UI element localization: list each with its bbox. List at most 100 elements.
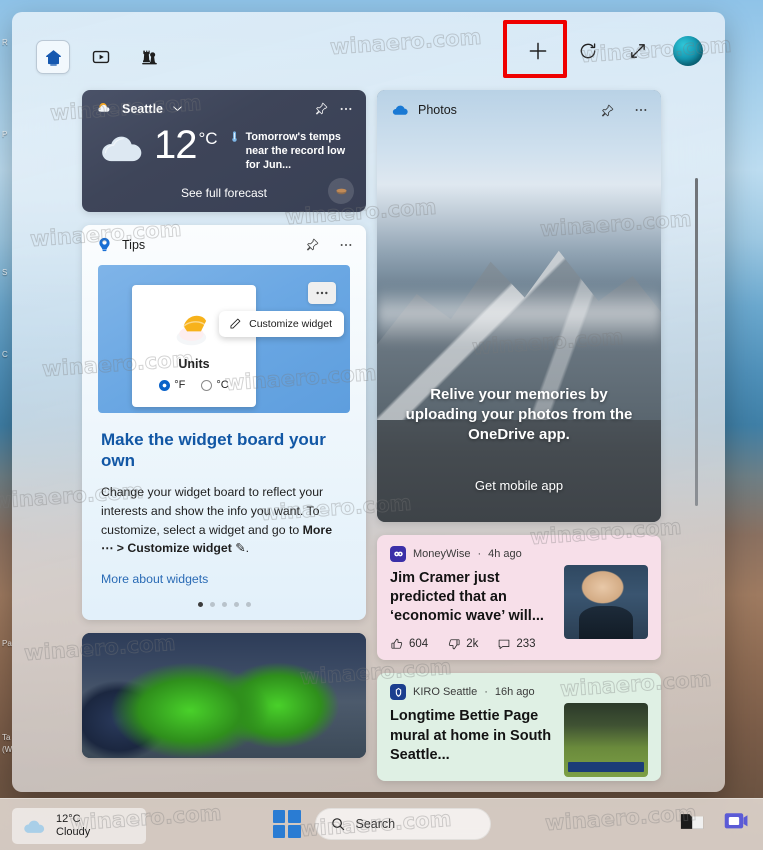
tips-body: Change your widget board to reflect your… — [101, 483, 347, 558]
customize-widget-tooltip-label: Customize widget — [249, 318, 332, 330]
news-card[interactable]: MoneyWise · 4h ago Jim Cramer just predi… — [377, 535, 661, 661]
news-headline: Jim Cramer just predicted that an ‘econo… — [390, 570, 544, 625]
pager-dot[interactable] — [197, 601, 203, 607]
widgets-board: Seattle 12 °C Tomorrow's temps near the … — [12, 12, 725, 792]
moneywise-logo-icon — [390, 546, 406, 562]
tips-units-label: Units — [178, 357, 210, 371]
start-pane — [272, 825, 286, 838]
pager-dot[interactable] — [233, 601, 239, 607]
tips-pagination[interactable] — [82, 586, 366, 620]
tips-widget[interactable]: Tips Units °F °C Customize widget Make t… — [82, 225, 366, 620]
nav-home-button[interactable] — [36, 40, 70, 74]
desktop-label: C — [2, 350, 8, 359]
sports-photo — [82, 632, 366, 758]
photos-widget-title: Photos — [418, 103, 457, 117]
unit-option-label: °F — [174, 379, 186, 391]
more-options-icon[interactable] — [338, 101, 354, 117]
news-time: 16h ago — [494, 686, 535, 699]
unit-option-fahrenheit[interactable]: °F — [159, 379, 185, 391]
board-scrollbar[interactable] — [695, 178, 698, 506]
play-icon — [91, 47, 111, 67]
chess-icon — [139, 47, 160, 68]
news-thumbnail — [564, 703, 648, 778]
like-stat[interactable]: 604 — [390, 637, 428, 651]
expand-button[interactable] — [623, 36, 653, 66]
search-input[interactable]: Search — [314, 808, 491, 840]
weather-alert-text: Tomorrow's temps near the record low for… — [245, 131, 346, 171]
tips-body-bold-more: More — [302, 522, 333, 537]
sports-image-card[interactable] — [82, 632, 366, 758]
chevron-down-icon[interactable] — [170, 101, 185, 116]
tips-text-block: Make the widget board your own Change yo… — [82, 413, 366, 586]
weather-alert[interactable]: Tomorrow's temps near the record low for… — [228, 129, 366, 172]
desktop-label: Ta — [2, 733, 11, 742]
news-source: MoneyWise · 4h ago — [390, 546, 648, 562]
photos-widget[interactable]: Photos Relive your memories by uploading… — [377, 90, 661, 522]
news-separator: · — [484, 686, 488, 699]
dislike-stat[interactable]: 2k — [447, 637, 478, 651]
tips-body-bold-customize: Customize widget — [127, 541, 232, 556]
pager-dot[interactable] — [221, 601, 227, 607]
tips-sample-widget: Units °F °C — [132, 285, 256, 407]
tips-illustration: Units °F °C Customize widget — [98, 265, 350, 413]
thumbs-down-icon — [447, 637, 461, 651]
more-about-widgets-link[interactable]: More about widgets — [101, 572, 347, 586]
news-card[interactable]: KIRO Seattle · 16h ago Longtime Bettie P… — [377, 673, 661, 782]
tips-widget-title: Tips — [122, 237, 146, 252]
file-explorer-icon[interactable] — [679, 809, 705, 835]
weather-location: Seattle — [122, 101, 163, 116]
cloud-icon — [98, 129, 148, 165]
news-source-name: MoneyWise — [413, 548, 471, 560]
news-source-name: KIRO Seattle — [413, 686, 478, 699]
tips-lightbulb-icon — [96, 236, 113, 253]
onedrive-cloud-icon — [391, 101, 409, 119]
taskbar-weather-widget[interactable]: 12°C Cloudy — [12, 808, 146, 844]
taskbar-center-group: Search — [272, 808, 491, 840]
pager-dot[interactable] — [245, 601, 251, 607]
tips-body-separator: ⋯ > — [101, 541, 128, 556]
refresh-button[interactable] — [573, 36, 603, 66]
pager-dot[interactable] — [209, 601, 215, 607]
desktop-label: R — [2, 38, 8, 47]
get-mobile-app-button[interactable]: Get mobile app — [377, 478, 661, 493]
start-pane — [287, 825, 301, 838]
temperature: 12 °C — [154, 125, 218, 165]
customize-widget-tooltip[interactable]: Customize widget — [219, 311, 344, 337]
dislike-count: 2k — [466, 638, 479, 651]
more-options-icon[interactable] — [338, 237, 354, 253]
tips-widget-header: Tips — [82, 225, 366, 261]
nav-watch-button[interactable] — [84, 40, 118, 74]
pin-icon[interactable] — [314, 101, 329, 116]
comment-stat[interactable]: 233 — [497, 637, 536, 651]
news-thumbnail — [564, 565, 648, 639]
taskbar-right-group — [679, 809, 749, 835]
sun-cloud-icon — [96, 100, 113, 117]
desktop-label: (W — [2, 745, 13, 754]
expand-icon — [628, 41, 648, 61]
news-separator: · — [477, 548, 482, 560]
comment-count: 233 — [516, 638, 536, 651]
home-icon — [43, 47, 64, 68]
desktop-label: Pa — [2, 639, 12, 648]
more-options-icon[interactable] — [633, 102, 649, 118]
see-full-forecast-link[interactable]: See full forecast — [82, 186, 366, 200]
thermometer-icon — [228, 130, 241, 143]
weather-body: 12 °C Tomorrow's temps near the record l… — [82, 121, 366, 172]
unit-option-label: °C — [216, 379, 229, 391]
left-column: Seattle 12 °C Tomorrow's temps near the … — [82, 90, 366, 771]
photos-widget-header: Photos — [377, 90, 661, 127]
start-button[interactable] — [272, 810, 301, 838]
pin-icon[interactable] — [600, 103, 615, 118]
more-options-icon[interactable] — [308, 282, 336, 304]
avatar[interactable] — [673, 36, 703, 66]
add-widget-button[interactable] — [503, 20, 567, 78]
pin-icon[interactable] — [305, 237, 320, 252]
board-nav — [36, 40, 166, 74]
like-count: 604 — [409, 638, 429, 651]
unit-option-celsius[interactable]: °C — [201, 379, 229, 391]
nav-play-button[interactable] — [132, 40, 166, 74]
weather-widget[interactable]: Seattle 12 °C Tomorrow's temps near the … — [82, 90, 366, 212]
chat-teams-icon[interactable] — [723, 809, 749, 835]
right-column: Photos Relive your memories by uploading… — [377, 90, 661, 792]
weather-profile-button[interactable] — [328, 178, 354, 204]
